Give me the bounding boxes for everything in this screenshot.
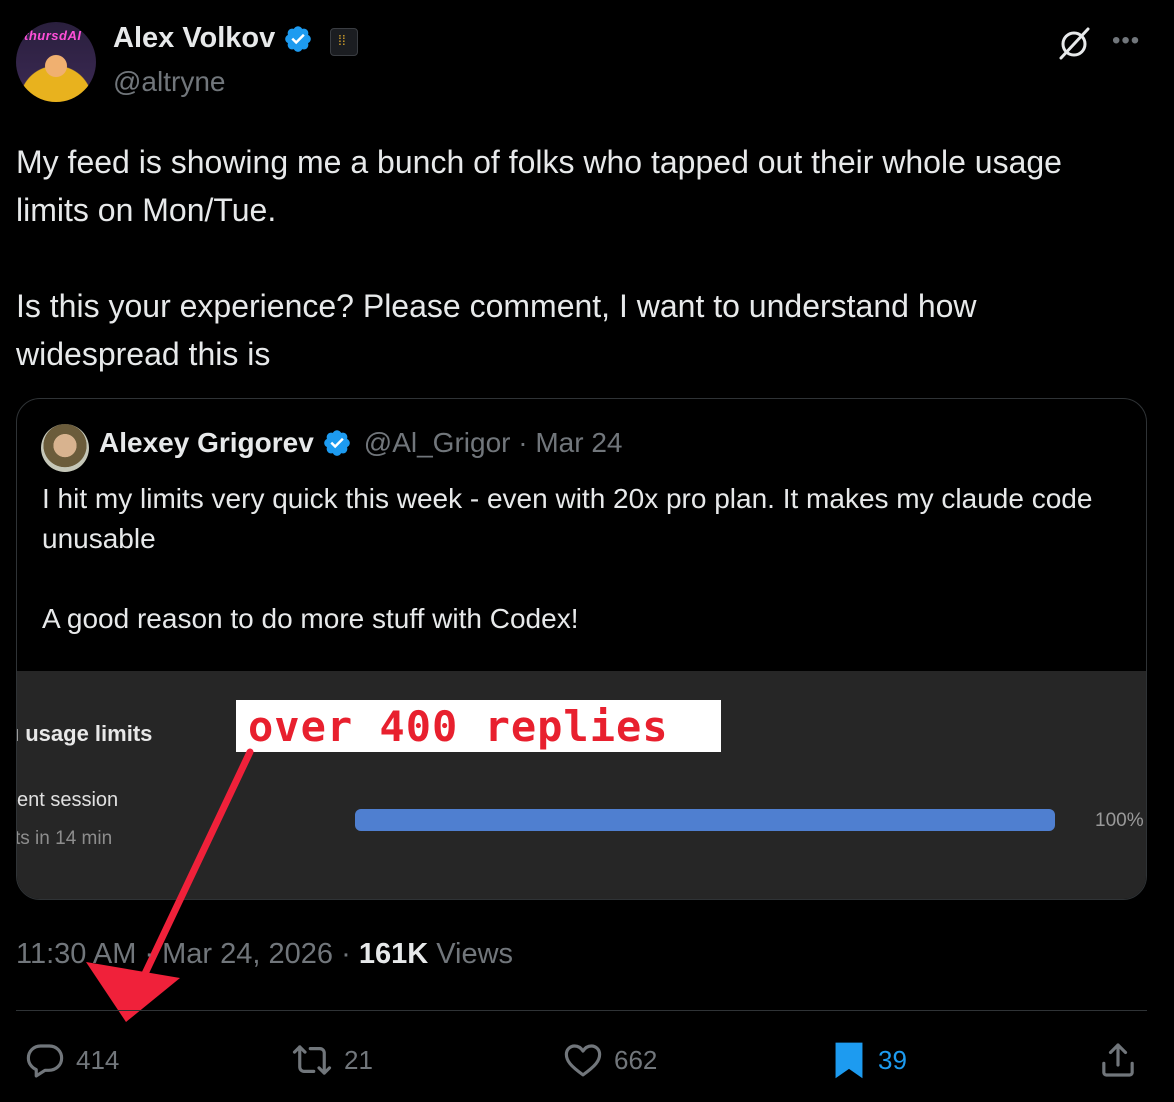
- bookmark-button[interactable]: 39: [830, 1036, 907, 1084]
- tweet-text: My feed is showing me a bunch of folks w…: [16, 144, 1062, 372]
- like-button[interactable]: 662: [562, 1036, 657, 1084]
- bookmark-icon: [835, 1042, 863, 1079]
- tweet-timestamp[interactable]: 11:30 AM · Mar 24, 2026: [16, 938, 333, 970]
- divider: [16, 1010, 1147, 1011]
- more-icon[interactable]: •••: [1112, 27, 1140, 55]
- verified-icon: [323, 430, 350, 456]
- reset-label: ts in 14 min: [16, 828, 113, 849]
- author-handle[interactable]: @altryne: [113, 66, 225, 98]
- reply-icon: [26, 1044, 64, 1078]
- usage-progress-percent: 100%: [1095, 810, 1144, 831]
- quoted-handle[interactable]: @Al_Grigor: [364, 427, 511, 458]
- annotation-text: over 400 replies: [248, 702, 669, 751]
- repost-count: 21: [344, 1044, 373, 1075]
- session-label: ent session: [17, 789, 119, 811]
- annotation-label: over 400 replies: [236, 700, 721, 752]
- quoted-date[interactable]: Mar 24: [535, 427, 622, 458]
- quoted-display-name[interactable]: Alexey Grigorev: [99, 427, 314, 459]
- author-display-name[interactable]: Alex Volkov: [113, 22, 275, 55]
- avatar-overlay-text: thursdAI: [24, 28, 82, 43]
- quoted-separator: ·: [518, 427, 536, 458]
- quoted-tweet[interactable]: Alexey Grigorev @Al_Grigor · Mar 24 I hi…: [16, 398, 1147, 900]
- reply-button[interactable]: 414: [24, 1036, 119, 1084]
- share-button[interactable]: [1098, 1036, 1138, 1084]
- quoted-text: I hit my limits very quick this week - e…: [42, 483, 1093, 634]
- grok-icon[interactable]: [1054, 24, 1094, 64]
- usage-limits-title: ı usage limits: [17, 721, 153, 746]
- author-name-row: Alex Volkov: [113, 22, 313, 55]
- quoted-avatar[interactable]: [41, 424, 89, 472]
- like-count: 662: [614, 1044, 658, 1075]
- author-avatar[interactable]: thursdAI: [16, 22, 96, 102]
- verified-icon: [285, 25, 312, 52]
- reply-count: 414: [76, 1044, 120, 1075]
- meta-separator: ·: [341, 938, 359, 970]
- usage-progress-fill: [355, 809, 1055, 831]
- repost-icon: [292, 1045, 332, 1075]
- tweet-meta: 11:30 AM · Mar 24, 2026 · 161K Views: [16, 938, 513, 971]
- affiliate-badge-icon[interactable]: ⁞⁞: [330, 28, 358, 56]
- views-count: 161K: [358, 938, 429, 970]
- bookmark-count: 39: [878, 1044, 907, 1075]
- repost-button[interactable]: 21: [290, 1036, 373, 1084]
- views-label: Views: [436, 938, 514, 970]
- share-icon: [1102, 1043, 1134, 1077]
- usage-progress-bar: [355, 809, 1055, 831]
- like-icon: [564, 1044, 602, 1077]
- quoted-header: Alexey Grigorev @Al_Grigor · Mar 24: [99, 427, 623, 459]
